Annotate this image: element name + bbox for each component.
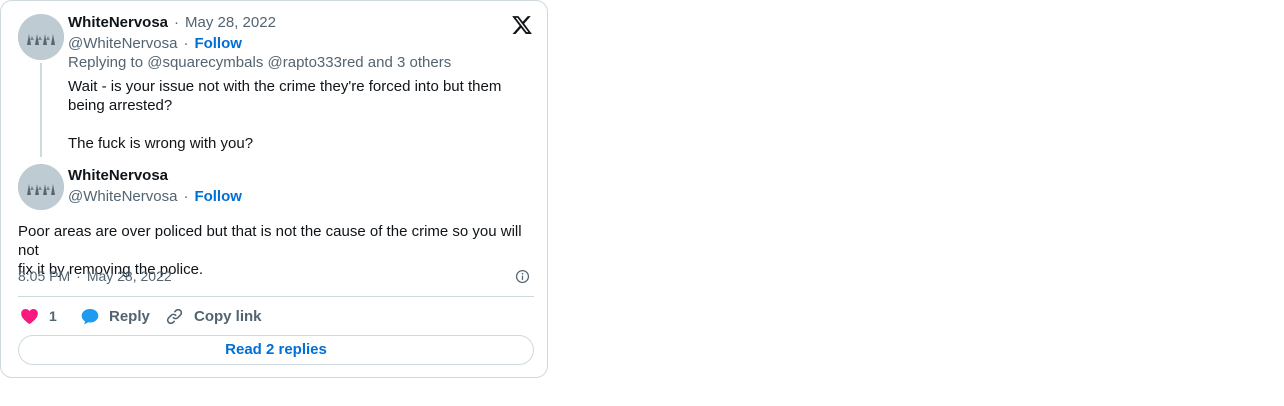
- separator-dot: ·: [183, 188, 189, 205]
- embedded-tweet-card: WhiteNervosa · May 28, 2022 @WhiteNervosa ·…: [0, 0, 548, 378]
- tweet-time[interactable]: 8:05 PM: [18, 268, 70, 284]
- link-icon: [166, 308, 183, 324]
- separator-dot: ·: [183, 35, 189, 52]
- replying-to-prefix: Replying to: [68, 54, 144, 71]
- read-replies-button[interactable]: Read 2 replies: [18, 335, 534, 365]
- like-count: 1: [49, 308, 57, 324]
- avatar[interactable]: [18, 164, 64, 210]
- separator-dot: ·: [174, 14, 180, 31]
- author-handle[interactable]: @WhiteNervosa: [68, 188, 177, 205]
- reply-label: Reply: [109, 307, 150, 325]
- x-logo-icon[interactable]: [511, 14, 533, 36]
- follow-button[interactable]: Follow: [194, 35, 242, 52]
- copy-link-label: Copy link: [194, 307, 262, 325]
- tweet-date[interactable]: May 28, 2022: [87, 268, 172, 284]
- replying-to-others[interactable]: and 3 others: [368, 54, 451, 71]
- avatar[interactable]: [18, 14, 64, 60]
- thread-connector-line: [40, 63, 42, 157]
- parent-tweet-text: Wait - is your issue not with the crime …: [68, 77, 528, 153]
- parent-tweet-handle-row: @WhiteNervosa · Follow: [68, 34, 242, 54]
- divider: [18, 296, 534, 297]
- heart-icon: [21, 308, 38, 324]
- tweet-text-line: Wait - is your issue not with the crime …: [68, 78, 502, 95]
- author-name[interactable]: WhiteNervosa: [68, 167, 168, 184]
- main-tweet-handle-row: @WhiteNervosa · Follow: [68, 187, 242, 207]
- reply-button[interactable]: Reply: [80, 305, 150, 327]
- copy-link-button[interactable]: Copy link: [165, 305, 262, 327]
- main-tweet-header: WhiteNervosa: [68, 166, 168, 186]
- like-button[interactable]: 1: [20, 305, 57, 327]
- speech-bubble-icon: [81, 308, 99, 324]
- author-handle[interactable]: @WhiteNervosa: [68, 35, 177, 52]
- author-name[interactable]: WhiteNervosa: [68, 14, 168, 31]
- tweet-text-line: being arrested?: [68, 97, 173, 114]
- mention-link[interactable]: @squarecymbals: [147, 54, 263, 71]
- mention-link[interactable]: @rapto333red: [268, 54, 364, 71]
- info-icon[interactable]: [515, 269, 530, 284]
- replying-to-line: Replying to @squarecymbals @rapto333red …: [68, 53, 451, 73]
- tweet-text-line: The fuck is wrong with you?: [68, 135, 254, 152]
- follow-button[interactable]: Follow: [194, 188, 242, 205]
- parent-tweet-header: WhiteNervosa · May 28, 2022: [68, 13, 276, 33]
- tweet-timestamp: 8:05 PM · May 28, 2022: [18, 266, 172, 286]
- tweet-text-line: Poor areas are over policed but that is …: [18, 223, 522, 259]
- tweet-date[interactable]: May 28, 2022: [185, 14, 276, 31]
- separator-dot: ·: [76, 268, 81, 284]
